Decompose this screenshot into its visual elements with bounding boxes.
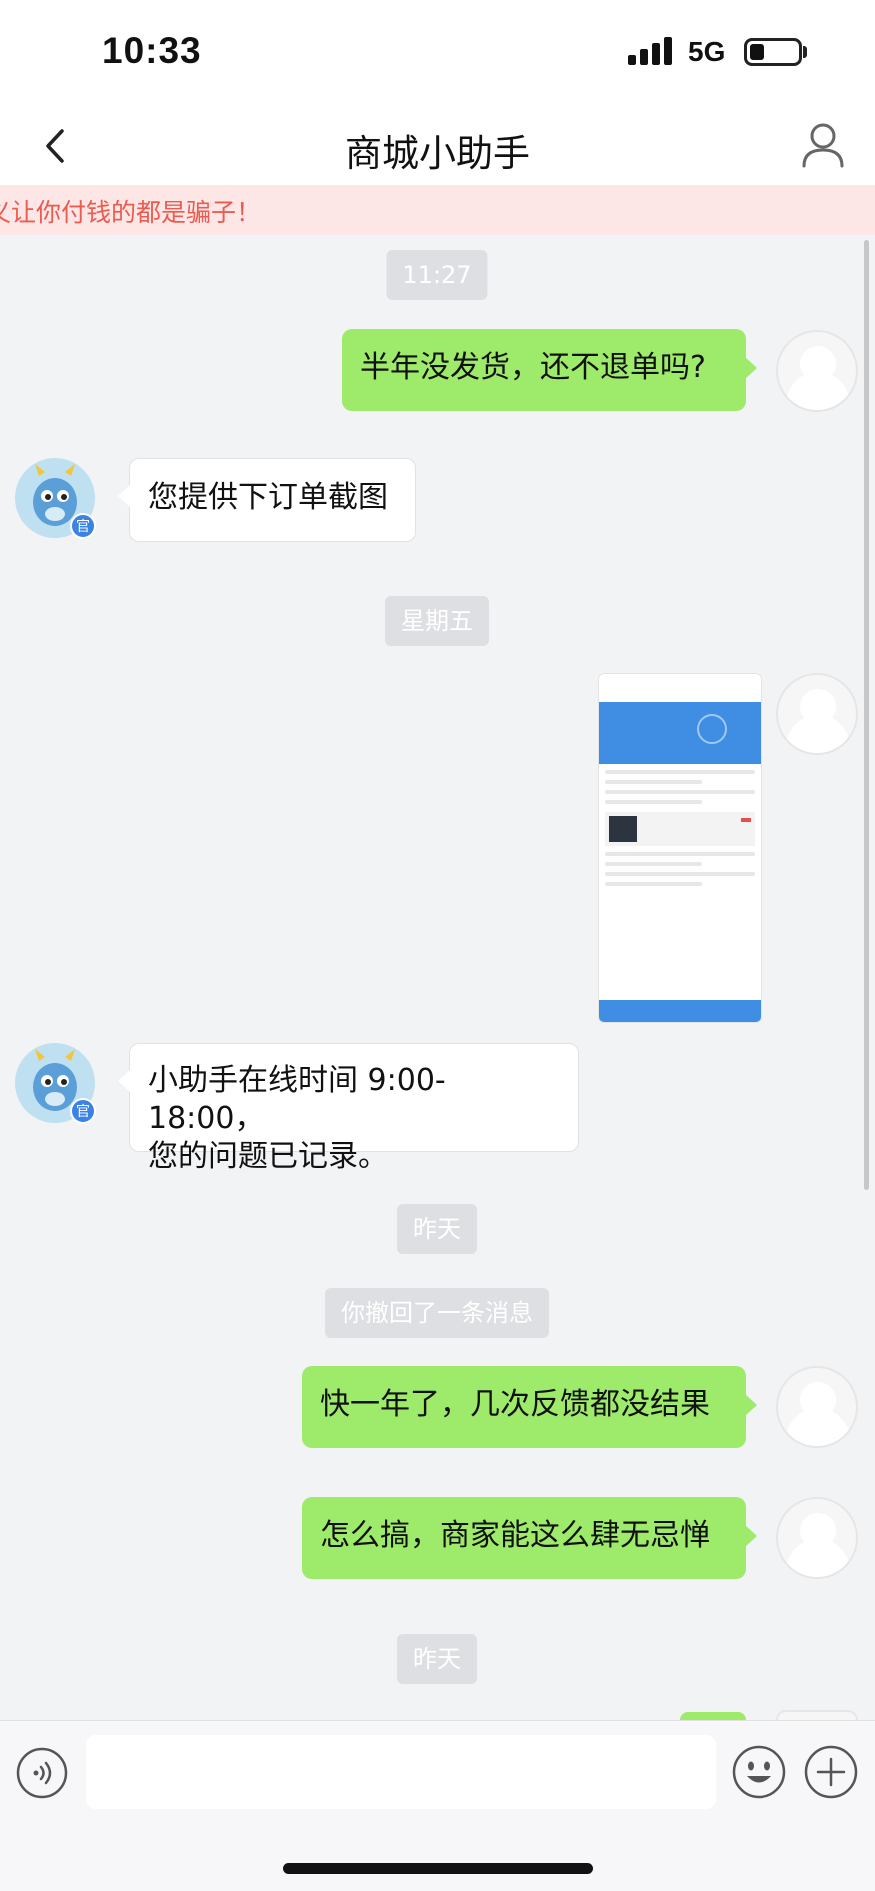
official-badge: 官 [76, 1104, 90, 1120]
thumb-line [605, 882, 703, 886]
warning-banner: 义让你付钱的都是骗子！ [0, 185, 875, 235]
time-divider: 11:27 [386, 250, 488, 300]
thumb-line [605, 790, 755, 794]
message-bubble-me[interactable]: 快一年了，几次反馈都没结果 [302, 1366, 757, 1448]
message-bubble-me[interactable]: 怎么搞，商家能这么肆无忌惮 [302, 1497, 757, 1579]
message-line: 您的问题已记录。 [148, 1139, 388, 1174]
message-bubble-assistant[interactable]: 您提供下订单截图 [118, 458, 416, 542]
user-avatar[interactable] [776, 1366, 858, 1448]
user-avatar-partial [776, 1710, 858, 1720]
official-badge: 官 [76, 519, 90, 535]
chat-scrollbar[interactable] [864, 240, 869, 1190]
status-bar: 10:33 5G [0, 0, 875, 105]
thumb-line [605, 862, 703, 866]
message-bubble-me-partial [680, 1712, 746, 1720]
voice-icon[interactable] [16, 1747, 68, 1799]
message-bubble-me[interactable]: 半年没发货，还不退单吗? [342, 329, 757, 411]
message-line: 小助手在线时间 9:00-18:00， [148, 1063, 446, 1136]
recall-notice: 你撤回了一条消息 [325, 1288, 549, 1338]
time-divider: 昨天 [397, 1204, 477, 1254]
thumb-nav [599, 688, 761, 702]
profile-icon[interactable] [800, 120, 846, 170]
page-title: 商城小助手 [345, 132, 530, 175]
thumb-button [599, 1000, 761, 1022]
user-avatar[interactable] [776, 1497, 858, 1579]
thumb-line [605, 800, 703, 804]
battery-icon [744, 38, 802, 66]
warning-text: 义让你付钱的都是骗子！ [0, 198, 262, 227]
status-time: 10:33 [102, 30, 202, 71]
order-screenshot-image[interactable] [598, 673, 762, 1023]
user-avatar[interactable] [776, 673, 858, 755]
thumb-status [599, 674, 761, 688]
thumb-line [605, 872, 755, 876]
message-bubble-assistant[interactable]: 小助手在线时间 9:00-18:00， 您的问题已记录。 [118, 1043, 579, 1174]
network-label: 5G [688, 36, 726, 67]
time-divider: 昨天 [397, 1634, 477, 1684]
nav-bar: 商城小助手 [0, 105, 875, 185]
user-avatar[interactable] [776, 330, 858, 412]
battery-tip [803, 46, 807, 58]
emoji-icon[interactable] [732, 1745, 786, 1799]
thumb-line [605, 780, 703, 784]
thumb-hero [599, 702, 761, 764]
thumb-line [605, 852, 755, 856]
time-divider: 星期五 [385, 596, 489, 646]
home-indicator [283, 1863, 593, 1874]
thumb-product-card [605, 812, 755, 846]
message-input[interactable] [86, 1735, 716, 1809]
thumb-line [605, 770, 755, 774]
plus-icon[interactable] [804, 1745, 858, 1799]
signal-icon [628, 37, 676, 65]
